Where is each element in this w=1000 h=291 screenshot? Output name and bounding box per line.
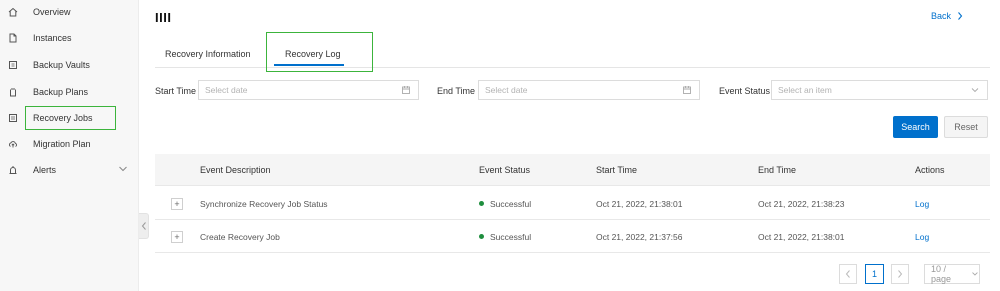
column-header-start-time: Start Time xyxy=(596,165,638,175)
app-root: Overview Instances Backup Vaults Backup … xyxy=(0,0,1000,291)
event-status: Successful xyxy=(479,232,531,242)
sidebar-item-migration-plan[interactable]: Migration Plan xyxy=(0,132,139,156)
selection-highlight xyxy=(266,32,373,72)
chevron-right-icon xyxy=(958,12,963,20)
log-link[interactable]: Log xyxy=(915,199,929,209)
status-dot-icon xyxy=(479,201,484,207)
sidebar-item-alerts[interactable]: Alerts xyxy=(0,158,139,182)
event-status: Successful xyxy=(479,199,531,209)
back-button[interactable]: Back xyxy=(931,11,963,21)
end-time: Oct 21, 2022, 21:38:23 xyxy=(758,199,845,209)
start-time: Oct 21, 2022, 21:38:01 xyxy=(596,199,683,209)
event-status-select[interactable]: Select an item xyxy=(771,80,988,100)
status-dot-icon xyxy=(479,234,484,240)
sidebar-item-label: Migration Plan xyxy=(33,139,91,149)
calendar-icon xyxy=(401,85,411,97)
start-time-input[interactable]: Select date xyxy=(198,80,419,100)
log-link[interactable]: Log xyxy=(915,232,929,242)
status-text: Successful xyxy=(490,232,532,242)
chevron-left-icon xyxy=(141,222,146,230)
table-row: + Create Recovery Job Successful Oct 21,… xyxy=(155,220,990,253)
status-text: Successful xyxy=(490,199,532,209)
end-time-label: End Time : xyxy=(437,86,481,96)
column-header-actions: Actions xyxy=(915,165,945,175)
sidebar-item-label: Backup Plans xyxy=(33,87,89,97)
table-row: + Synchronize Recovery Job Status Succes… xyxy=(155,187,990,220)
end-time-input[interactable]: Select date xyxy=(478,80,700,100)
next-page-button[interactable] xyxy=(891,264,909,284)
sidebar-item-label: Alerts xyxy=(33,165,57,175)
page-size-value: 10 / page xyxy=(931,264,952,284)
event-status-placeholder: Select an item xyxy=(778,85,832,95)
clipboard-icon xyxy=(8,87,18,97)
chevron-down-icon xyxy=(970,85,980,97)
home-icon xyxy=(8,7,18,17)
sidebar-item-instances[interactable]: Instances xyxy=(0,26,139,50)
alarm-icon xyxy=(8,165,18,175)
prev-page-button[interactable] xyxy=(839,264,857,284)
chevron-down-icon xyxy=(972,272,978,276)
tab-recovery-information[interactable]: Recovery Information xyxy=(165,49,251,59)
page-size-select[interactable]: 10 / page xyxy=(924,264,980,284)
start-time-placeholder: Select date xyxy=(205,85,248,95)
reset-button[interactable]: Reset xyxy=(944,116,988,138)
sidebar: Overview Instances Backup Vaults Backup … xyxy=(0,0,139,291)
start-time: Oct 21, 2022, 21:37:56 xyxy=(596,232,683,242)
event-status-label: Event Status : xyxy=(719,86,776,96)
sidebar-item-label: Backup Vaults xyxy=(33,60,90,70)
selection-highlight xyxy=(25,106,116,130)
column-header-event-status: Event Status xyxy=(479,165,531,175)
sidebar-collapse-handle[interactable] xyxy=(139,213,149,239)
vault-icon xyxy=(8,60,18,70)
table-header: Event Description Event Status Start Tim… xyxy=(155,154,990,186)
end-time: Oct 21, 2022, 21:38:01 xyxy=(758,232,845,242)
expand-row-button[interactable]: + xyxy=(171,198,183,210)
end-time-placeholder: Select date xyxy=(485,85,528,95)
column-header-event-description: Event Description xyxy=(200,165,271,175)
event-description: Synchronize Recovery Job Status xyxy=(200,199,328,209)
sidebar-item-backup-vaults[interactable]: Backup Vaults xyxy=(0,53,139,77)
expand-row-button[interactable]: + xyxy=(171,231,183,243)
back-label: Back xyxy=(931,11,952,21)
search-button[interactable]: Search xyxy=(893,116,938,138)
event-description: Create Recovery Job xyxy=(200,232,280,242)
column-header-end-time: End Time xyxy=(758,165,797,175)
sidebar-item-overview[interactable]: Overview xyxy=(0,0,139,24)
start-time-label: Start Time : xyxy=(155,86,202,96)
page-button-current[interactable]: 1 xyxy=(865,264,884,284)
chevron-down-icon[interactable] xyxy=(118,165,128,175)
list-icon xyxy=(8,113,18,123)
sidebar-item-label: Instances xyxy=(33,33,72,43)
document-icon xyxy=(8,33,18,43)
cloud-upload-icon xyxy=(8,139,18,149)
chevron-right-icon xyxy=(898,270,903,278)
sidebar-item-label: Overview xyxy=(33,7,71,17)
page-title: IIII xyxy=(155,10,172,25)
calendar-icon xyxy=(682,85,692,97)
chevron-left-icon xyxy=(845,270,850,278)
sidebar-item-backup-plans[interactable]: Backup Plans xyxy=(0,80,139,104)
